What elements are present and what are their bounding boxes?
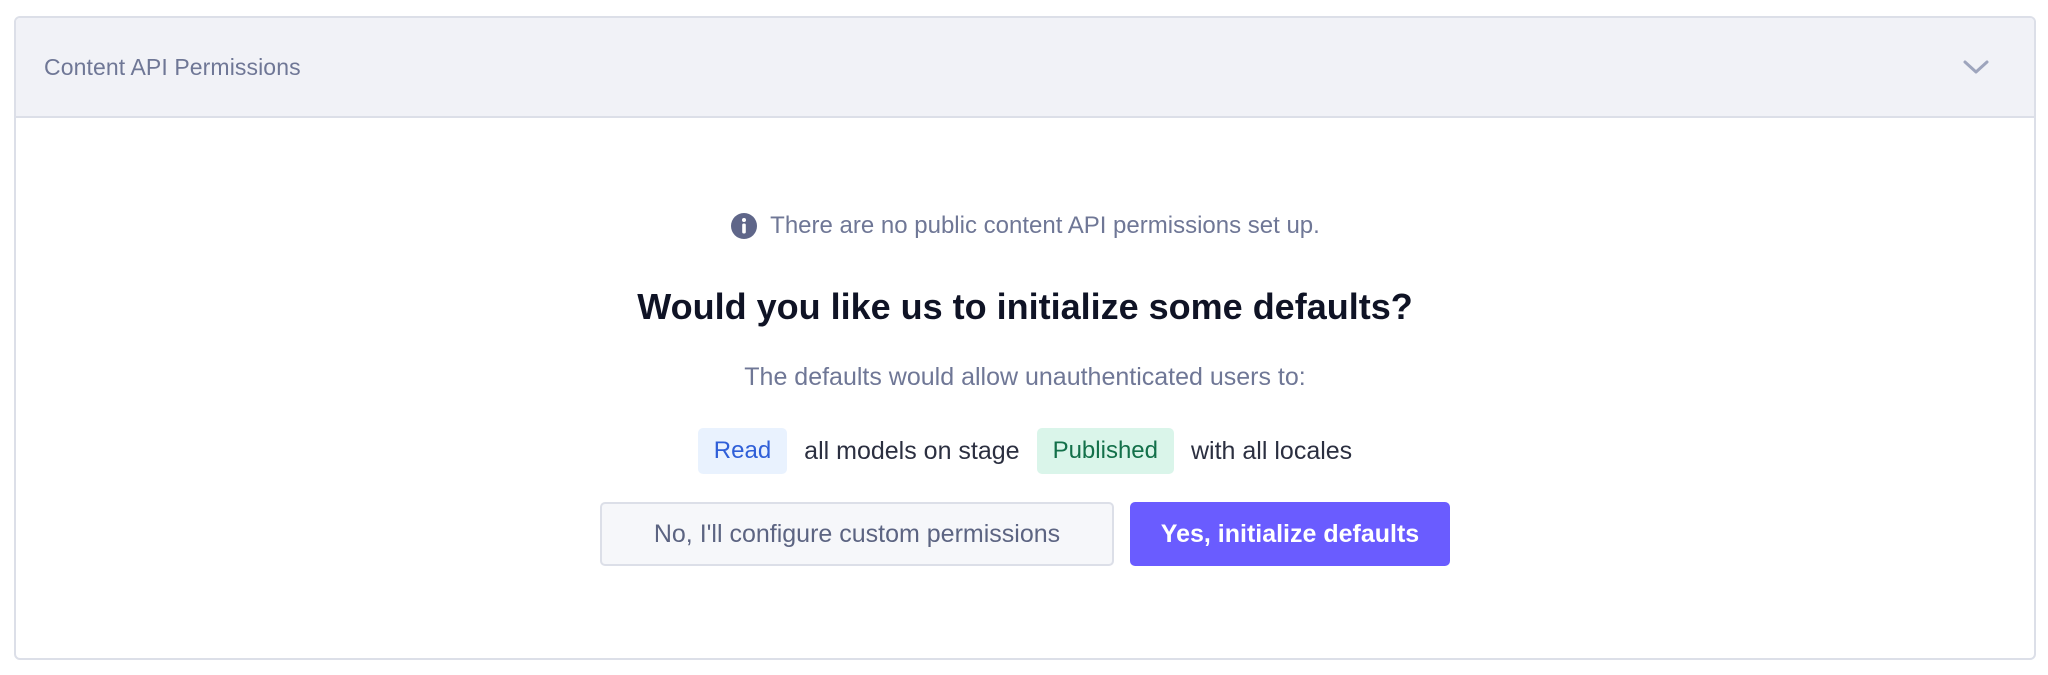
action-chip-read: Read xyxy=(697,428,788,474)
panel-body: There are no public content API permissi… xyxy=(16,118,2034,566)
initialize-defaults-button[interactable]: Yes, initialize defaults xyxy=(1130,502,1450,566)
configure-custom-permissions-button[interactable]: No, I'll configure custom permissions xyxy=(600,502,1114,566)
permissions-panel: Content API Permissions There are no pub… xyxy=(14,16,2036,660)
panel-header[interactable]: Content API Permissions xyxy=(16,18,2034,118)
rule-text-locales: with all locales xyxy=(1191,436,1353,465)
defaults-description: The defaults would allow unauthenticated… xyxy=(744,363,1306,391)
default-rule: Read all models on stage Published with … xyxy=(697,428,1353,474)
notice-text: There are no public content API permissi… xyxy=(770,212,1320,239)
stage-chip-published: Published xyxy=(1036,428,1174,474)
panel-title: Content API Permissions xyxy=(44,53,301,80)
rule-text-models: all models on stage xyxy=(804,436,1020,465)
action-buttons: No, I'll configure custom permissions Ye… xyxy=(600,502,1450,566)
notice: There are no public content API permissi… xyxy=(730,210,1320,242)
info-icon xyxy=(730,212,758,240)
defaults-heading: Would you like us to initialize some def… xyxy=(637,286,1413,327)
chevron-down-icon[interactable] xyxy=(1960,51,1992,83)
